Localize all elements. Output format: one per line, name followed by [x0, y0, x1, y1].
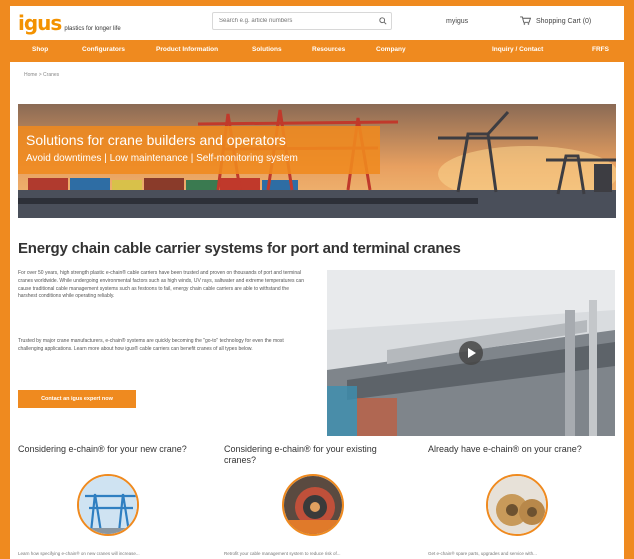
hero-title: Solutions for crane builders and operato…	[26, 132, 286, 148]
search-icon[interactable]	[375, 17, 391, 25]
hero-subtitle: Avoid downtimes | Low maintenance | Self…	[26, 153, 298, 164]
intro-paragraph: For over 50 years, high strength plastic…	[18, 270, 304, 300]
igus-logo[interactable]: igus plastics for longer life	[18, 11, 121, 35]
top-header: igus plastics for longer life myigus Sho…	[10, 6, 624, 40]
cart-label: Shopping Cart (0)	[536, 18, 592, 25]
nav-item-shop[interactable]: Shop	[32, 46, 48, 53]
cable-drum-image[interactable]	[486, 474, 548, 536]
nav-item-frfs[interactable]: FRFS	[592, 46, 609, 53]
myigus-link[interactable]: myigus	[446, 18, 468, 25]
hero-caption: Solutions for crane builders and operato…	[18, 126, 380, 174]
main-nav: Shop Configurators Product Information S…	[10, 40, 624, 62]
logo-tagline: plastics for longer life	[64, 26, 121, 32]
nav-item-company[interactable]: Company	[376, 46, 406, 53]
nav-item-configurators[interactable]: Configurators	[82, 46, 125, 53]
breadcrumb-current: Cranes	[43, 72, 60, 78]
hero-banner: Solutions for crane builders and operato…	[18, 104, 616, 218]
play-button[interactable]	[459, 341, 483, 365]
card-text-existing-cranes: Retrofit your cable management system to…	[224, 551, 341, 556]
search-box	[212, 12, 392, 30]
card-text-new-crane: Learn how specifying e-chain® on new cra…	[18, 551, 140, 556]
card-title-new-crane[interactable]: Considering e-chain® for your new crane?	[18, 444, 208, 455]
breadcrumb-home[interactable]: Home	[24, 72, 37, 78]
page-frame: igus plastics for longer life myigus Sho…	[10, 6, 624, 559]
logo-mark: igus	[18, 11, 62, 35]
nav-item-solutions[interactable]: Solutions	[252, 46, 282, 53]
new-crane-image[interactable]	[77, 474, 139, 536]
shopping-cart-link[interactable]: Shopping Cart (0)	[520, 16, 591, 27]
contact-expert-button[interactable]: Contact an igus expert now	[18, 390, 136, 408]
breadcrumb: Home > Cranes	[10, 62, 624, 88]
page-heading: Energy chain cable carrier systems for p…	[18, 240, 461, 257]
card-title-have-echain[interactable]: Already have e-chain® on your crane?	[428, 444, 608, 455]
trusted-paragraph: Trusted by major crane manufacturers, e-…	[18, 338, 284, 352]
nav-item-inquiry-contact[interactable]: Inquiry / Contact	[492, 46, 543, 53]
cart-icon	[520, 16, 532, 27]
card-text-have-echain: Get e-chain® spare parts, upgrades and s…	[428, 551, 537, 556]
existing-crane-image[interactable]	[282, 474, 344, 536]
video-player[interactable]	[327, 270, 615, 436]
search-input[interactable]	[213, 18, 375, 24]
nav-item-resources[interactable]: Resources	[312, 46, 345, 53]
nav-item-product-information[interactable]: Product Information	[156, 46, 218, 53]
card-title-existing-cranes[interactable]: Considering e-chain® for your existing c…	[224, 444, 394, 466]
